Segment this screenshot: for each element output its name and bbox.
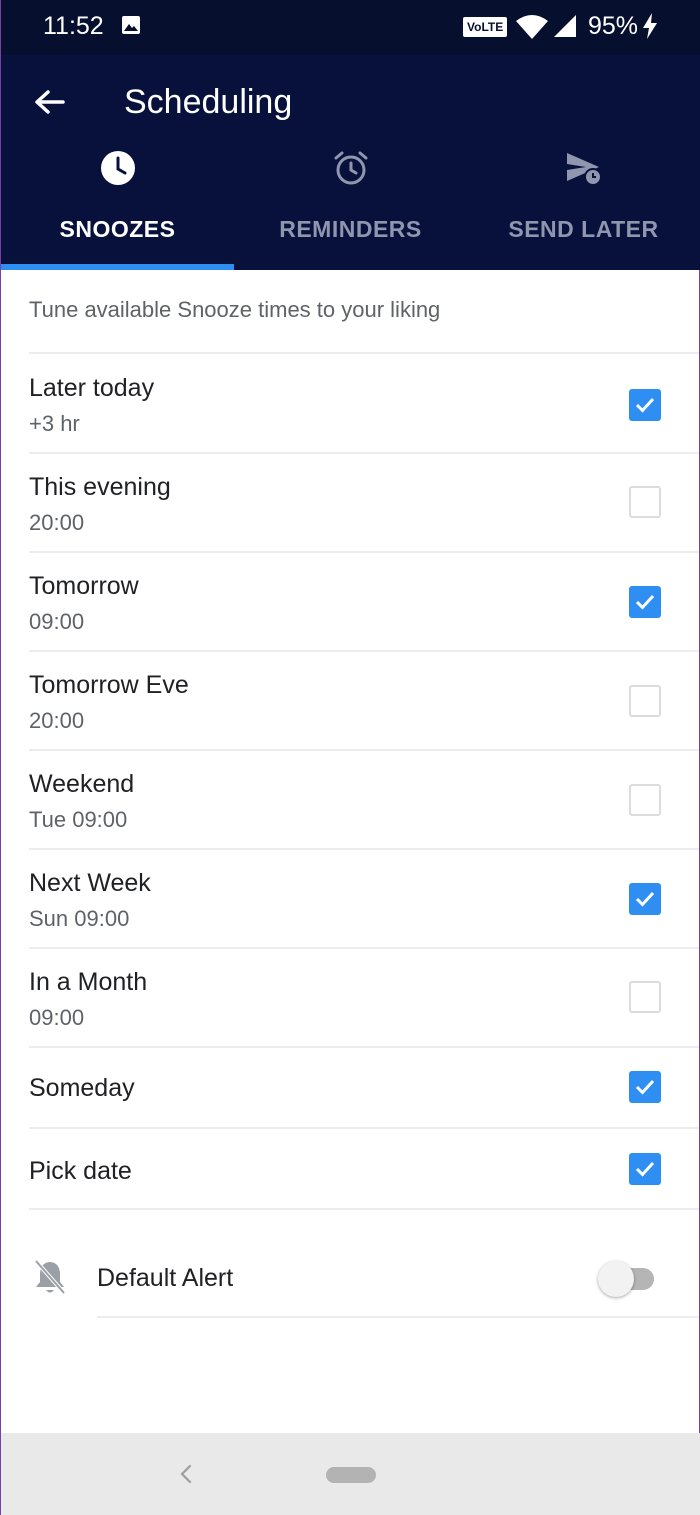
tab-indicator xyxy=(1,264,234,270)
checkbox-checked[interactable] xyxy=(629,1153,661,1185)
tab-label: SNOOZES xyxy=(59,216,176,242)
toggle-thumb[interactable] xyxy=(598,1261,634,1297)
tab-reminders[interactable]: REMINDERS xyxy=(234,140,467,270)
tab-label: REMINDERS xyxy=(279,216,422,242)
option-time: +3 hr xyxy=(29,411,80,436)
tab-label: SEND LATER xyxy=(508,216,659,242)
app-bar: Scheduling SNOOZES REMINDERS SEND LATER xyxy=(1,55,700,270)
snooze-option-pick-date[interactable]: Pick date xyxy=(1,1129,700,1209)
clock-icon xyxy=(101,151,135,185)
option-time: Sun 09:00 xyxy=(29,906,130,931)
snooze-option-tomorrow-eve[interactable]: Tomorrow Eve 20:00 xyxy=(1,652,700,749)
snooze-option-next-week[interactable]: Next Week Sun 09:00 xyxy=(1,850,700,947)
alarm-icon xyxy=(334,151,368,185)
option-title: Tomorrow Eve xyxy=(29,671,189,699)
snooze-option-this-evening[interactable]: This evening 20:00 xyxy=(1,454,700,551)
option-title: Next Week xyxy=(29,869,151,897)
checkbox-unchecked[interactable] xyxy=(629,685,661,717)
default-alert-label: Default Alert xyxy=(97,1264,234,1292)
bell-off-icon xyxy=(34,1259,66,1295)
option-time: 20:00 xyxy=(29,510,85,535)
tab-snoozes[interactable]: SNOOZES xyxy=(1,140,234,270)
option-title: Pick date xyxy=(29,1157,132,1185)
checkbox-checked[interactable] xyxy=(629,586,661,618)
section-description: Tune available Snooze times to your liki… xyxy=(29,297,441,322)
snooze-option-weekend[interactable]: Weekend Tue 09:00 xyxy=(1,751,700,848)
option-title: Later today xyxy=(29,374,155,402)
snooze-option-later-today[interactable]: Later today +3 hr xyxy=(1,354,700,452)
checkbox-checked[interactable] xyxy=(629,1071,661,1103)
nav-back-icon[interactable] xyxy=(173,1461,199,1487)
check-icon xyxy=(635,594,655,610)
image-icon xyxy=(122,16,140,34)
option-time: 09:00 xyxy=(29,609,85,634)
checkbox-unchecked[interactable] xyxy=(629,784,661,816)
wifi-icon xyxy=(516,15,548,39)
checkbox-unchecked[interactable] xyxy=(629,981,661,1013)
send-later-icon xyxy=(567,153,602,186)
check-icon xyxy=(635,1161,655,1177)
tab-send-later[interactable]: SEND LATER xyxy=(467,140,700,270)
check-icon xyxy=(635,891,655,907)
option-time: Tue 09:00 xyxy=(29,807,128,832)
snooze-option-someday[interactable]: Someday xyxy=(1,1048,700,1128)
checkbox-unchecked[interactable] xyxy=(629,486,661,518)
status-bar: 11:52 VoLTE 95% xyxy=(1,0,700,55)
option-time: 20:00 xyxy=(29,708,85,733)
divider xyxy=(29,1208,699,1210)
checkbox-checked[interactable] xyxy=(629,883,661,915)
back-arrow-icon[interactable] xyxy=(29,83,69,123)
snooze-option-tomorrow[interactable]: Tomorrow 09:00 xyxy=(1,553,700,650)
snooze-option-in-a-month[interactable]: In a Month 09:00 xyxy=(1,949,700,1046)
option-title: In a Month xyxy=(29,968,148,996)
option-title: Someday xyxy=(29,1074,135,1102)
battery-level: 95% xyxy=(588,12,639,40)
status-time: 11:52 xyxy=(43,12,104,40)
check-icon xyxy=(635,1079,655,1095)
option-title: Tomorrow xyxy=(29,572,139,600)
check-icon xyxy=(635,397,655,413)
option-title: This evening xyxy=(29,473,171,501)
option-title: Weekend xyxy=(29,770,135,798)
system-nav-bar xyxy=(1,1433,700,1515)
page-title: Scheduling xyxy=(124,83,293,121)
checkbox-checked[interactable] xyxy=(629,389,661,421)
nav-home-pill[interactable] xyxy=(326,1467,376,1483)
volte-badge: VoLTE xyxy=(463,17,508,37)
option-time: 09:00 xyxy=(29,1005,85,1030)
charging-icon xyxy=(643,13,657,39)
signal-icon xyxy=(554,15,576,37)
divider xyxy=(97,1316,699,1318)
